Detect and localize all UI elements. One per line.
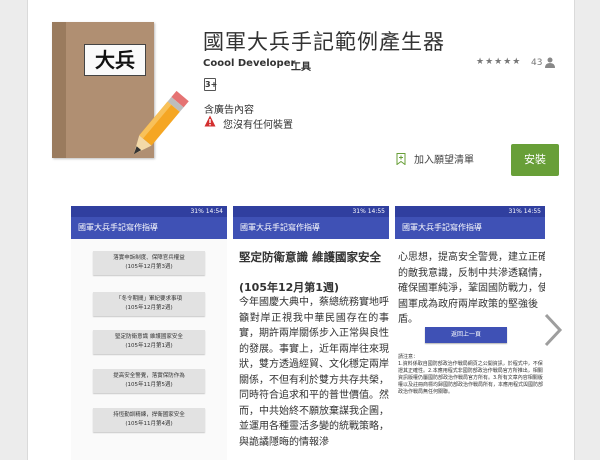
list-item: 堅定防衛意識 維護國家安全 (105年12月第1週) [93,330,205,354]
screenshot-article[interactable]: 31% 14:55 國軍大兵手記寫作指導 堅定防衛意識 維護國家安全 (105年… [233,206,389,460]
screenshot-list[interactable]: 31% 14:54 國軍大兵手記寫作指導 落實申訴制度、保障官兵權益 (105年1… [71,206,227,460]
status-bar: 31% 14:55 [233,206,389,217]
app-icon-label: 大兵 [84,44,146,76]
ads-notice: 含廣告內容 [204,105,254,116]
back-button: 返回上一頁 [425,327,507,343]
content-rating-badge: 3+ [204,78,218,91]
article-date: (105年12月第1週) [239,281,339,294]
chevron-right-icon[interactable] [542,312,564,348]
warning-icon [204,115,216,127]
list-item: 持恆勤訓精練，捍衛國家安全 (105年11月第4週) [93,408,205,432]
appbar-title: 國軍大兵手記寫作指導 [395,217,545,239]
note-body: 1.資料係取自國防部政治作戰局網頁之公開資訊，於程式中，不保證其正確性。2.本應… [398,361,544,395]
compatibility-warning: 您沒有任何裝置 [223,120,293,131]
article-body-continued: 心思想，提高安全警覺，建立正確的敵我意識，反制中共滲透竊情，確保國軍純淨，鞏固國… [398,252,545,325]
screenshot-article-end[interactable]: 31% 14:55 國軍大兵手記寫作指導 心思想，提高安全警覺，建立正確的敵我意… [395,206,545,460]
article-body: 今年國慶大典中，蔡總統務實地呼籲對岸正視我中華民國存在的事實，期許兩岸關係步入正… [239,297,389,448]
bookmark-plus-icon [396,152,406,165]
install-button[interactable]: 安裝 [511,144,559,176]
status-bar: 31% 14:54 [71,206,227,217]
note-heading: 請注意： [398,354,419,360]
app-title: 國軍大兵手記範例產生器 [203,30,445,54]
app-detail-card: 大兵 國軍大兵手記範例產生器 Coool Developer 工具 ★★★★★ … [27,0,575,460]
appbar-title: 國軍大兵手記寫作指導 [233,217,389,239]
category-link[interactable]: 工具 [291,58,311,73]
book-spine [52,22,66,158]
developer-link[interactable]: Coool Developer [203,58,295,69]
list-item: 「冬令期間」軍紀要求事項 (105年12月第2週) [93,292,205,316]
rating-count: 43 [531,58,543,68]
add-to-wishlist-button[interactable]: 加入願望清單 [396,151,474,166]
wishlist-label: 加入願望清單 [414,155,474,166]
list-item: 落實申訴制度、保障官兵權益 (105年12月第3週) [93,251,205,275]
list-item: 提高安全警覺，落實保防作為 (105年11月第5週) [93,369,205,393]
pencil-icon [133,90,189,155]
appbar-title: 國軍大兵手記寫作指導 [71,217,227,239]
person-icon [545,57,555,68]
status-bar: 31% 14:55 [395,206,545,217]
rating-stars: ★★★★★ [476,57,522,67]
article-title: 堅定防衛意識 維護國家安全 [239,250,382,264]
